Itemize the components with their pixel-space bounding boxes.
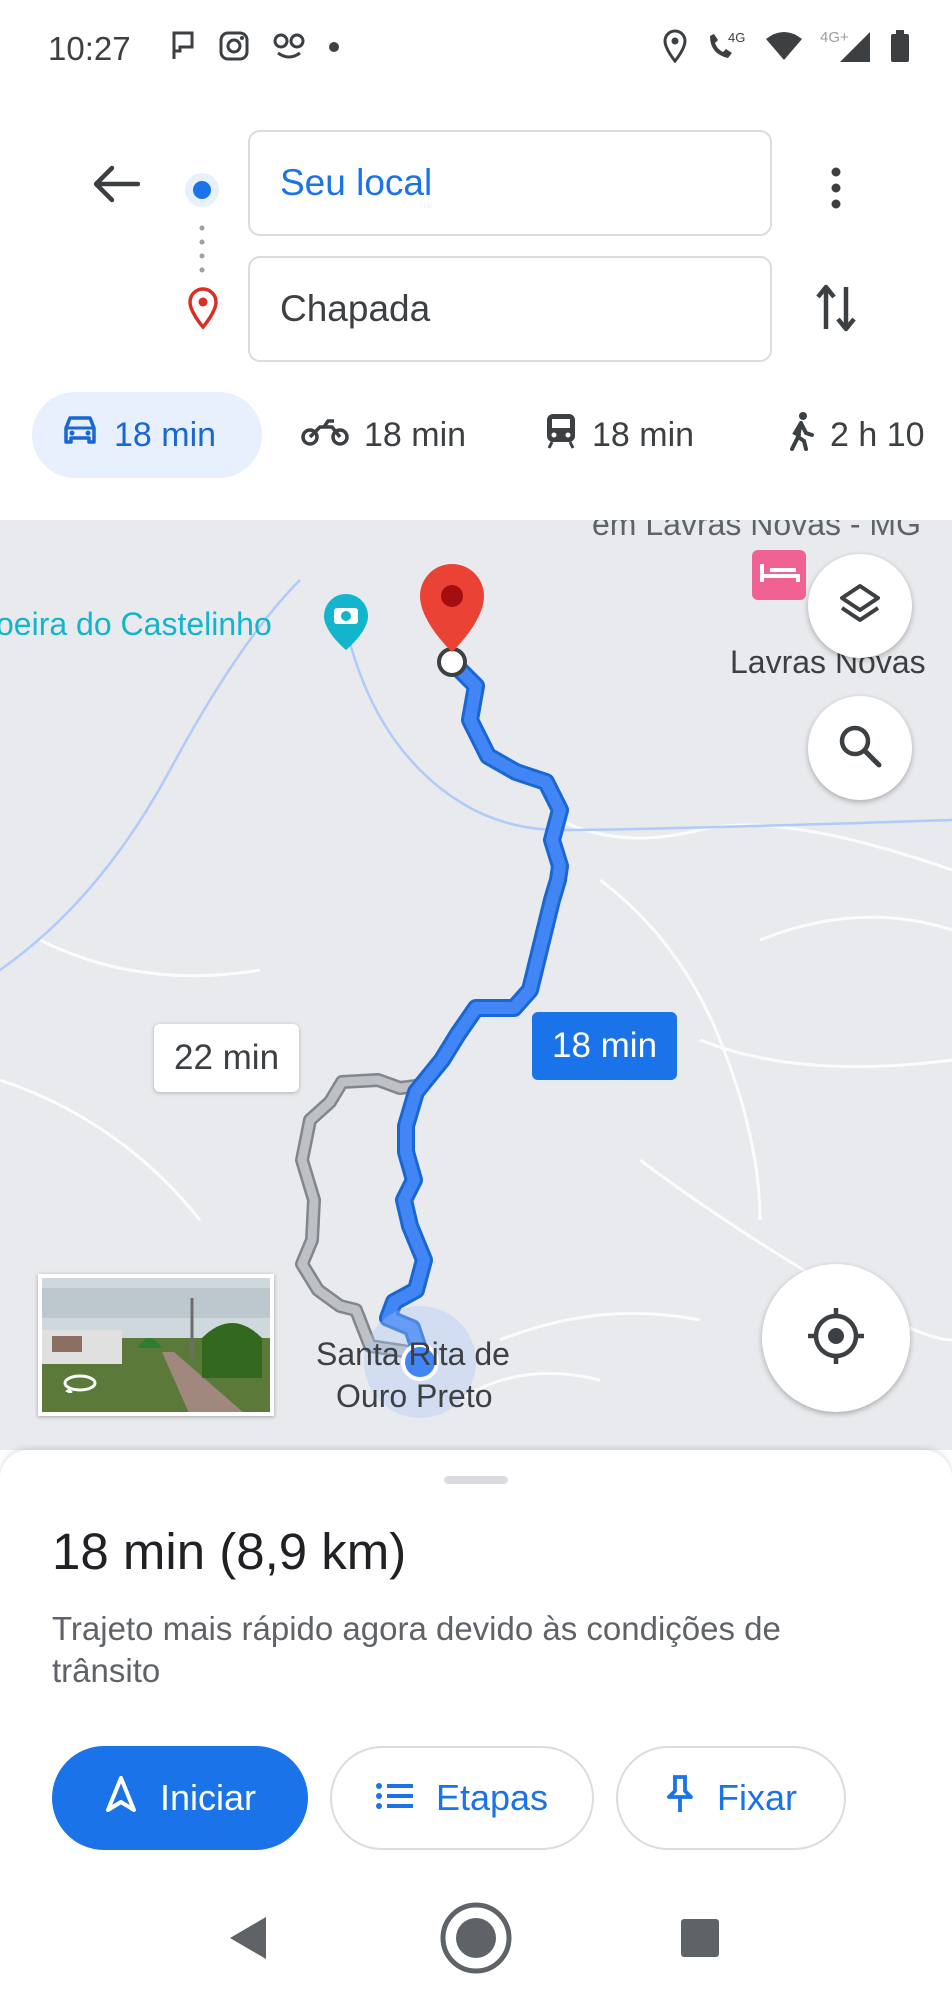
arrow-back-icon bbox=[92, 164, 141, 209]
nav-recents-button[interactable] bbox=[660, 1900, 740, 1980]
instagram-icon bbox=[218, 30, 250, 67]
directions-header: Seu local Chapada 18 min 18 min 18 min 2… bbox=[0, 100, 952, 520]
status-bar: 10:27 4G 4G+ bbox=[0, 0, 952, 100]
layers-button[interactable] bbox=[808, 554, 912, 658]
my-location-button[interactable] bbox=[762, 1264, 910, 1412]
destination-pin-icon bbox=[185, 286, 221, 330]
map-search-button[interactable] bbox=[808, 696, 912, 800]
list-icon bbox=[375, 1777, 414, 1819]
search-icon bbox=[837, 723, 883, 774]
system-icons: 4G 4G+ bbox=[662, 28, 910, 69]
mode-transit[interactable]: 18 min bbox=[516, 392, 734, 478]
network-secondary-label: 4G+ bbox=[820, 29, 849, 46]
hotel-icon[interactable] bbox=[752, 550, 806, 600]
origin-field[interactable]: Seu local bbox=[248, 130, 772, 236]
location-icon bbox=[662, 29, 688, 68]
voicemail-icon bbox=[272, 31, 306, 66]
destination-endpoint bbox=[437, 647, 467, 677]
home-circle-icon bbox=[438, 1900, 514, 1981]
battery-icon bbox=[890, 29, 910, 68]
poi-camera-icon[interactable] bbox=[324, 594, 368, 650]
street-view-thumbnail[interactable] bbox=[38, 1274, 274, 1416]
motorcycle-icon bbox=[300, 415, 350, 456]
pin-button[interactable]: Fixar bbox=[616, 1746, 846, 1850]
mode-transit-label: 18 min bbox=[592, 415, 695, 454]
car-icon bbox=[60, 414, 100, 457]
map-label-top: em Lavras Novas - MG bbox=[592, 520, 921, 542]
nav-home-button[interactable] bbox=[436, 1900, 516, 1980]
swap-direction-button[interactable] bbox=[808, 280, 864, 340]
mode-walking[interactable]: 2 h 10 bbox=[758, 392, 952, 478]
route-dots-icon bbox=[199, 222, 205, 278]
layers-icon bbox=[836, 580, 884, 633]
rotate-360-icon bbox=[62, 1373, 98, 1398]
navigation-arrow-icon bbox=[104, 1775, 138, 1822]
mode-motorcycle-label: 18 min bbox=[364, 415, 467, 454]
call-4g-icon: 4G bbox=[704, 28, 748, 69]
signal-icon: 4G+ bbox=[820, 28, 874, 69]
nav-back-button[interactable] bbox=[208, 1900, 288, 1980]
map-destination-pin-icon[interactable] bbox=[420, 564, 484, 652]
walk-icon bbox=[786, 411, 816, 460]
dot-icon bbox=[328, 40, 340, 58]
primary-route-time-callout[interactable]: 18 min bbox=[532, 1012, 678, 1080]
start-button[interactable]: Iniciar bbox=[52, 1746, 308, 1850]
transit-icon bbox=[544, 412, 578, 459]
alternate-route-time-callout[interactable]: 22 min bbox=[154, 1024, 300, 1092]
swap-vert-icon bbox=[814, 281, 858, 340]
map-label-town-line2: Ouro Preto bbox=[336, 1378, 493, 1414]
pushpin-icon bbox=[665, 1774, 695, 1823]
map-label-town-line1: Santa Rita de bbox=[316, 1336, 510, 1372]
route-summary: 18 min (8,9 km) bbox=[52, 1523, 407, 1580]
network-primary-label: 4G bbox=[728, 30, 745, 45]
map-view[interactable]: em Lavras Novas - MG oeira do Castelinho… bbox=[0, 520, 952, 1450]
steps-button-label: Etapas bbox=[435, 1777, 549, 1818]
square-recents-icon bbox=[679, 1917, 721, 1964]
travel-modes: 18 min 18 min 18 min 2 h 10 bbox=[0, 392, 952, 482]
map-label-lavras: Lavras Novas bbox=[730, 644, 926, 680]
more-options-button[interactable] bbox=[808, 160, 864, 220]
notification-icons bbox=[170, 30, 340, 67]
triangle-back-icon bbox=[226, 1915, 270, 1966]
steps-button[interactable]: Etapas bbox=[330, 1746, 594, 1850]
route-reason: Trajeto mais rápido agora devido às cond… bbox=[52, 1610, 781, 1689]
status-time: 10:27 bbox=[48, 30, 131, 67]
start-button-label: Iniciar bbox=[159, 1777, 257, 1818]
flag-icon bbox=[170, 31, 196, 66]
mode-driving-label: 18 min bbox=[114, 415, 217, 454]
origin-dot-icon bbox=[182, 170, 222, 210]
mode-motorcycle[interactable]: 18 min bbox=[272, 392, 490, 478]
wifi-icon bbox=[764, 30, 804, 67]
more-vert-icon bbox=[830, 166, 842, 215]
sheet-drag-handle[interactable] bbox=[444, 1476, 508, 1484]
mode-driving[interactable]: 18 min bbox=[32, 392, 262, 478]
route-actions: Iniciar Etapas Fixar bbox=[52, 1746, 846, 1850]
destination-field[interactable]: Chapada bbox=[248, 256, 772, 362]
back-button[interactable] bbox=[88, 158, 144, 214]
mode-walking-label: 2 h 10 bbox=[830, 415, 925, 454]
system-nav-bar bbox=[0, 1878, 952, 2000]
pin-button-label: Fixar bbox=[717, 1777, 797, 1818]
map-label-poi: oeira do Castelinho bbox=[0, 606, 272, 642]
crosshair-icon bbox=[806, 1306, 866, 1371]
